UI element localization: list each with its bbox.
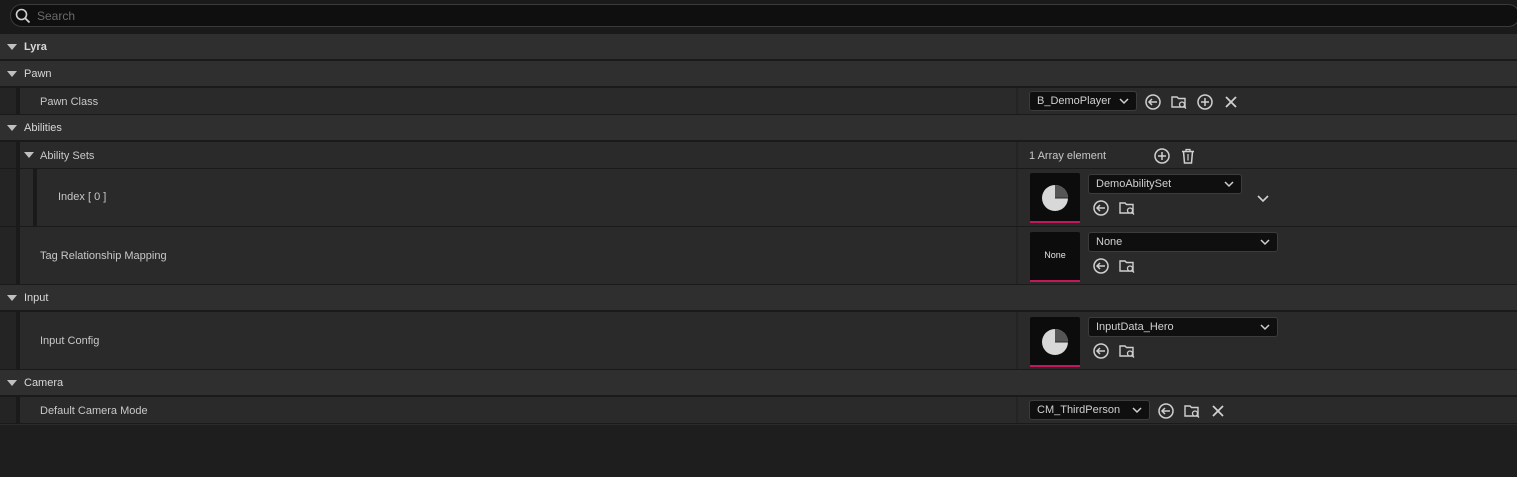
indent-bar (16, 88, 20, 114)
data-asset-icon (1042, 185, 1068, 211)
chevron-down-icon (1119, 98, 1129, 105)
chevron-down-icon (1260, 239, 1270, 246)
property-label: Ability Sets (40, 150, 95, 162)
combo-value: DemoAbilitySet (1096, 178, 1172, 190)
property-row-ability-sets: Ability Sets 1 Array element (0, 142, 1517, 169)
property-label: Pawn Class (40, 96, 99, 108)
expand-arrow-icon[interactable] (7, 380, 17, 386)
browse-asset-icon[interactable] (1183, 402, 1201, 420)
combo-value: InputData_Hero (1096, 321, 1174, 333)
property-label: Index [ 0 ] (58, 191, 107, 203)
search-input[interactable] (37, 6, 1437, 25)
expand-arrow-icon[interactable] (7, 125, 17, 131)
panel-footer (0, 424, 1517, 477)
property-label: Tag Relationship Mapping (40, 250, 167, 262)
property-row-camera-mode: Default Camera Mode CM_ThirdPerson (0, 397, 1517, 424)
clear-icon[interactable] (1222, 93, 1240, 111)
property-row-input-config: Input Config InputData_Hero (0, 312, 1517, 370)
category-label: Lyra (24, 41, 47, 53)
tag-mapping-combo[interactable]: None (1088, 232, 1278, 252)
asset-thumbnail[interactable] (1030, 173, 1080, 223)
search-box[interactable] (10, 4, 1517, 27)
input-config-combo[interactable]: InputData_Hero (1088, 317, 1278, 337)
category-camera[interactable]: Camera (0, 370, 1517, 396)
combo-value: None (1096, 236, 1123, 248)
expand-arrow-icon[interactable] (24, 152, 34, 158)
clear-icon[interactable] (1209, 402, 1227, 420)
add-element-icon[interactable] (1153, 147, 1171, 165)
expand-arrow-icon[interactable] (7, 295, 17, 301)
asset-type-bar (1030, 280, 1080, 282)
property-label: Default Camera Mode (40, 405, 148, 417)
data-asset-icon (1042, 329, 1068, 355)
category-label: Camera (24, 377, 64, 389)
use-selected-icon[interactable] (1157, 402, 1175, 420)
name-column (20, 227, 1016, 284)
chevron-down-icon (1132, 407, 1142, 414)
category-pawn[interactable]: Pawn (0, 61, 1517, 87)
indent-bar (16, 312, 20, 369)
indent-bar (16, 227, 20, 284)
browse-asset-icon[interactable] (1118, 199, 1136, 217)
use-selected-icon[interactable] (1092, 257, 1110, 275)
ability-set-combo[interactable]: DemoAbilitySet (1088, 174, 1242, 194)
search-bar (0, 0, 1517, 32)
property-label: Input Config (40, 335, 100, 347)
use-selected-icon[interactable] (1092, 199, 1110, 217)
chevron-down-icon (1224, 181, 1234, 188)
chevron-down-icon (1260, 324, 1270, 331)
browse-asset-icon[interactable] (1118, 342, 1136, 360)
asset-type-bar (1030, 221, 1080, 223)
name-column (20, 142, 1016, 168)
use-selected-icon[interactable] (1144, 93, 1162, 111)
property-row-pawn-class: Pawn Class B_DemoPlayer (0, 88, 1517, 115)
asset-thumbnail[interactable] (1030, 317, 1080, 367)
add-icon[interactable] (1196, 93, 1214, 111)
details-panel: Lyra Pawn Pawn Class B_DemoPlayer Abilit… (0, 34, 1517, 424)
category-lyra[interactable]: Lyra (0, 34, 1517, 60)
asset-type-bar (1030, 365, 1080, 367)
indent-bar (16, 397, 20, 423)
array-count: 1 Array element (1029, 150, 1107, 162)
category-input[interactable]: Input (0, 285, 1517, 311)
expand-arrow-icon[interactable] (7, 44, 17, 50)
indent-bar (16, 142, 20, 168)
combo-value: B_DemoPlayer (1037, 95, 1111, 107)
name-column (20, 312, 1016, 369)
expand-arrow-icon[interactable] (7, 71, 17, 77)
trash-icon[interactable] (1179, 147, 1197, 165)
category-label: Input (24, 292, 49, 304)
property-row-index-0: Index [ 0 ] DemoAbilitySet (0, 169, 1517, 227)
indent-bar (33, 169, 37, 226)
use-selected-icon[interactable] (1092, 342, 1110, 360)
name-column (20, 169, 1016, 226)
browse-asset-icon[interactable] (1118, 257, 1136, 275)
name-column (20, 88, 1016, 114)
asset-thumbnail[interactable]: None (1030, 232, 1080, 282)
browse-asset-icon[interactable] (1170, 93, 1188, 111)
category-abilities[interactable]: Abilities (0, 115, 1517, 141)
name-column (20, 397, 1016, 423)
combo-value: CM_ThirdPerson (1037, 404, 1121, 416)
category-label: Abilities (24, 122, 62, 134)
chevron-down-icon[interactable] (1254, 189, 1272, 207)
pawn-class-combo[interactable]: B_DemoPlayer (1029, 91, 1137, 111)
indent-bar (16, 169, 20, 226)
camera-mode-combo[interactable]: CM_ThirdPerson (1029, 400, 1150, 420)
property-row-tag-mapping: Tag Relationship Mapping None None (0, 227, 1517, 285)
search-icon (15, 8, 31, 24)
thumbnail-label: None (1044, 250, 1066, 260)
category-label: Pawn (24, 68, 52, 80)
